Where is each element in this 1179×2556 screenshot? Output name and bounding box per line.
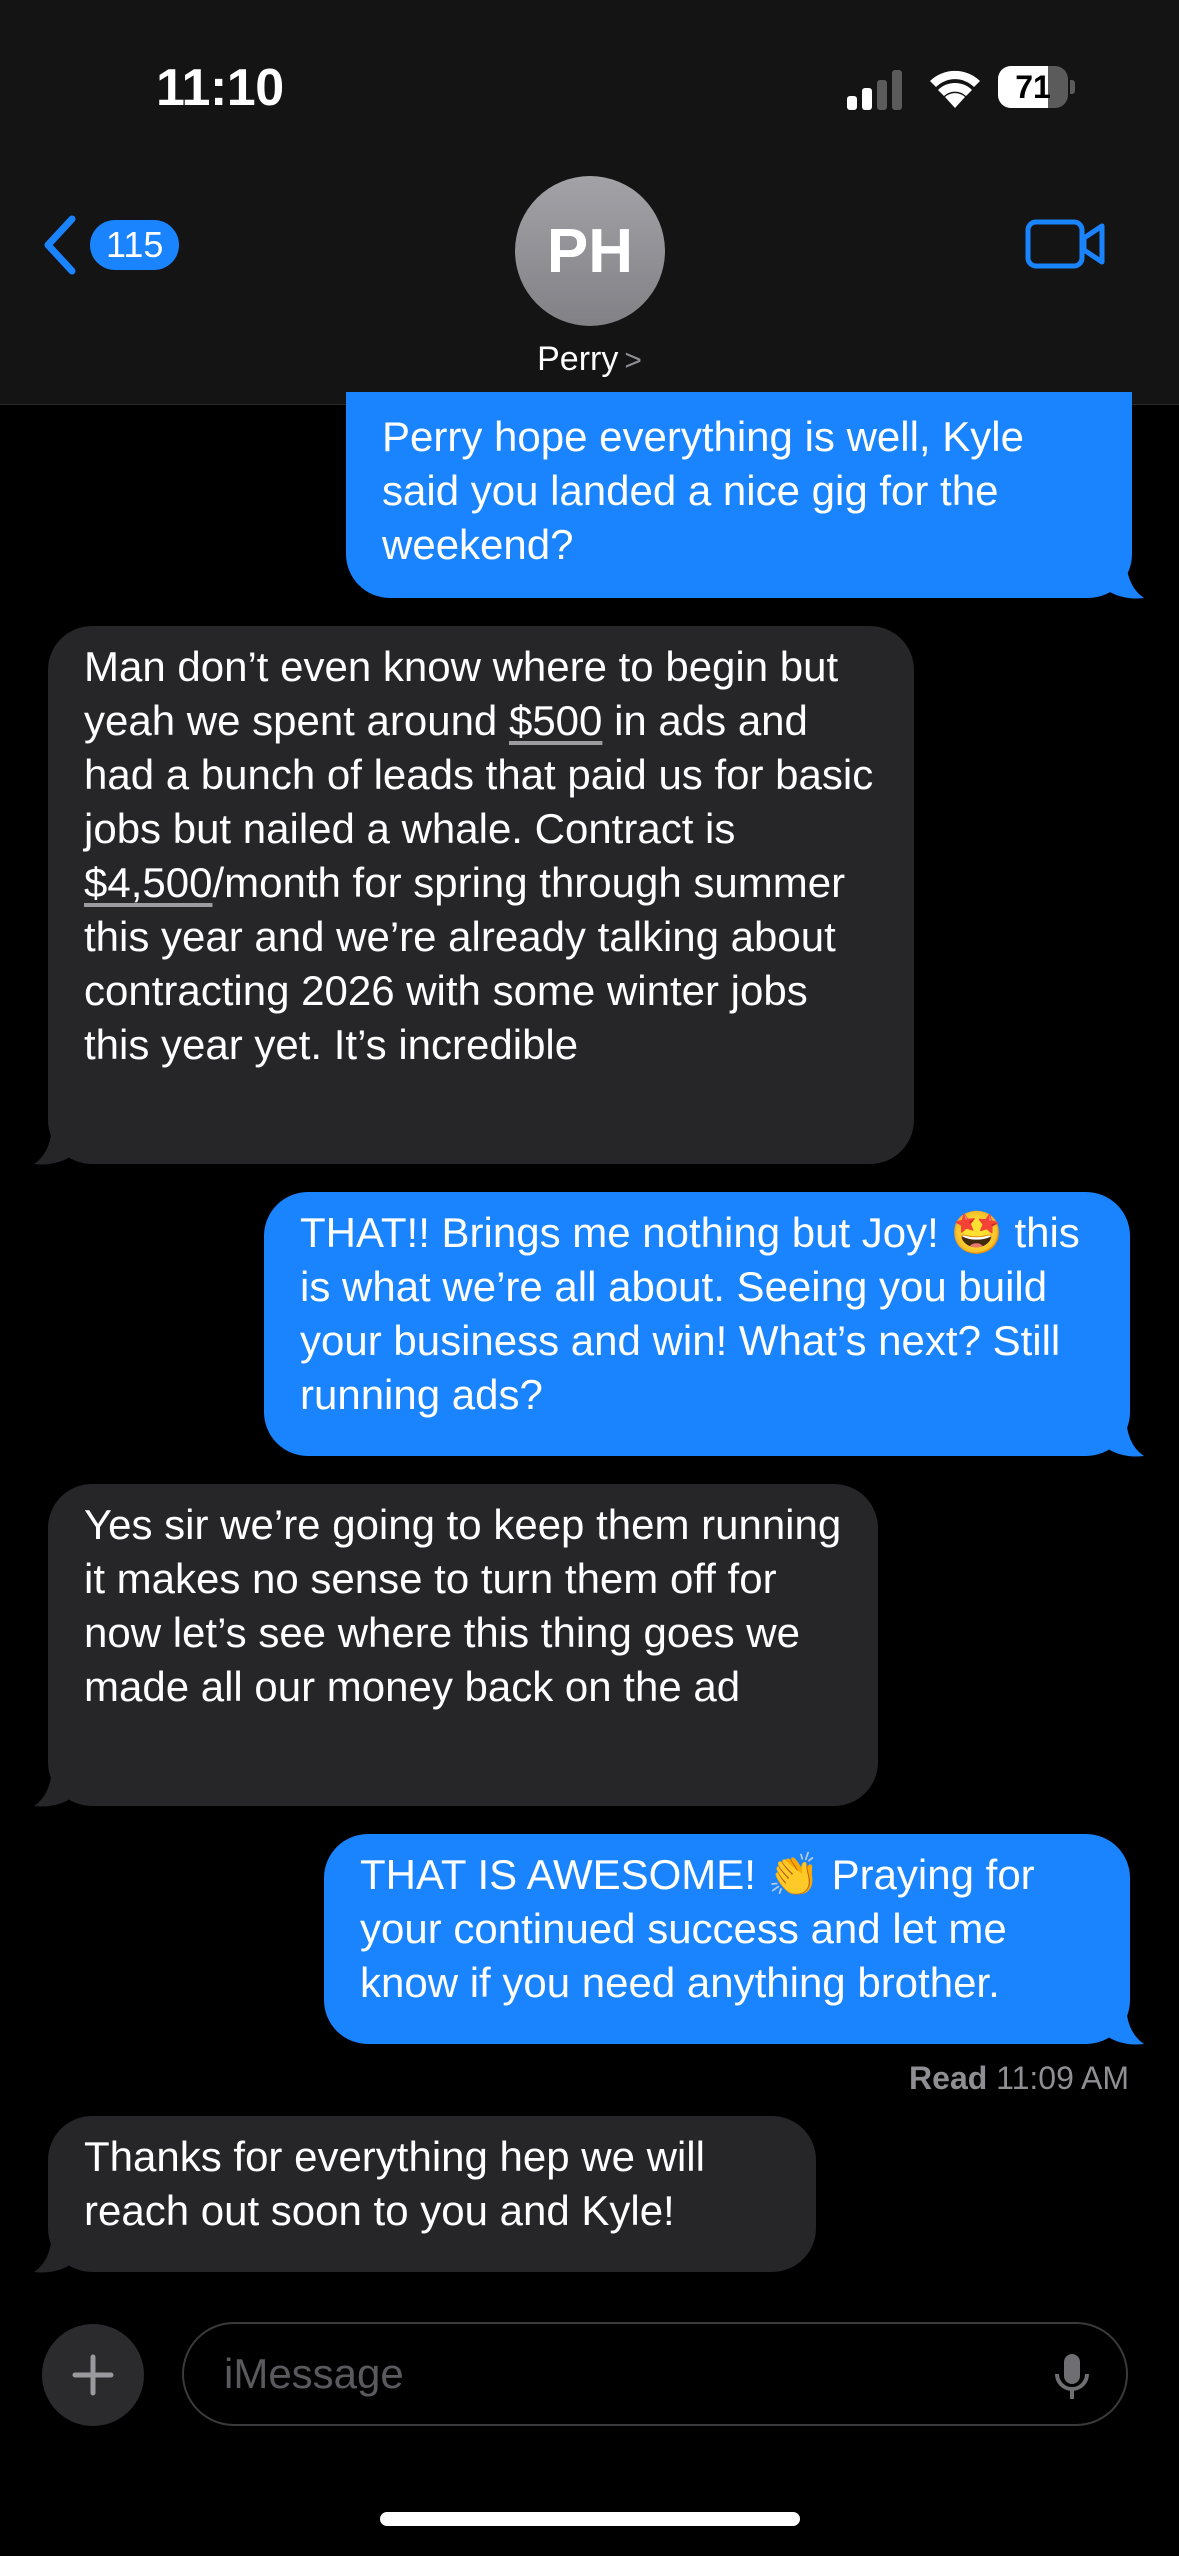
read-time: 11:09 AM <box>996 2060 1129 2096</box>
chevron-right-icon: > <box>624 344 642 377</box>
bubble-tail <box>1104 1414 1144 1457</box>
message-text: THAT IS AWESOME! 👏 Praying for your cont… <box>360 1851 1035 2006</box>
message-bubble-sent[interactable]: THAT!! Brings me nothing but Joy! 🤩 this… <box>264 1192 1130 1456</box>
battery-tip <box>1070 80 1075 94</box>
message-text: Perry hope everything is well, Kyle said… <box>382 413 1024 568</box>
detected-amount-link[interactable]: $500 <box>509 697 602 744</box>
wifi-icon <box>930 70 980 108</box>
message-bubble-received[interactable]: Yes sir we’re going to keep them running… <box>48 1484 878 1806</box>
apps-plus-button[interactable] <box>42 2324 144 2426</box>
read-receipt: Read 11:09 AM <box>909 2060 1129 2097</box>
message-text: THAT!! Brings me nothing but Joy! 🤩 this… <box>300 1209 1080 1418</box>
contact-name-label: Perry <box>537 340 619 378</box>
back-button[interactable]: 115 <box>40 210 200 280</box>
bubble-tail <box>34 2230 74 2273</box>
chevron-left-icon <box>44 215 76 275</box>
message-bubble-sent[interactable]: THAT IS AWESOME! 👏 Praying for your cont… <box>324 1834 1130 2044</box>
contact-name[interactable]: Perry > <box>0 340 1179 379</box>
bubble-tail <box>1104 2002 1144 2045</box>
message-bubble-received[interactable]: Thanks for everything hep we will reach … <box>48 2116 816 2272</box>
battery-level: 71 <box>1015 69 1051 105</box>
bubble-tail <box>1104 556 1144 599</box>
input-placeholder: iMessage <box>224 2350 404 2397</box>
battery-indicator: 71 <box>998 66 1075 108</box>
message-text: Yes sir we’re going to keep them running… <box>84 1501 842 1710</box>
bubble-tail <box>34 1122 74 1165</box>
bubble-tail <box>34 1764 74 1807</box>
imessage-input[interactable]: iMessage <box>182 2322 1128 2426</box>
unread-count-badge: 115 <box>90 220 180 270</box>
contact-avatar[interactable]: PH <box>515 176 665 326</box>
detected-amount-link[interactable]: $4,500 <box>84 859 212 906</box>
conversation-header: 11:10 71 115 PH Perry > <box>0 0 1179 405</box>
home-indicator[interactable] <box>380 2512 800 2526</box>
battery-body: 71 <box>998 66 1068 108</box>
message-text: Thanks for everything hep we will reach … <box>84 2133 705 2234</box>
avatar-initials: PH <box>546 216 634 286</box>
message-bubble-received[interactable]: Man don’t even know where to begin but y… <box>48 626 914 1164</box>
video-call-icon[interactable] <box>1024 216 1108 272</box>
message-bubble-sent[interactable]: Perry hope everything is well, Kyle said… <box>346 392 1132 598</box>
plus-icon <box>72 2354 114 2396</box>
status-time: 11:10 <box>156 59 284 117</box>
cellular-signal-icon <box>847 70 902 110</box>
read-label: Read <box>909 2060 988 2096</box>
microphone-icon[interactable] <box>1052 2352 1092 2402</box>
